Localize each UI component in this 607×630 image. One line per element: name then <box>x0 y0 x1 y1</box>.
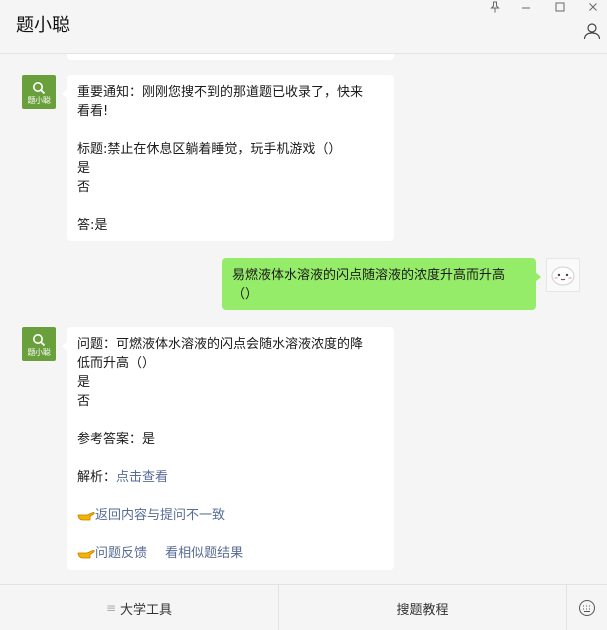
question-text: 低而升高（） <box>77 356 156 371</box>
menu-lines-icon: ≡ <box>105 601 117 615</box>
mismatch-link[interactable]: 返回内容与提问不一致 <box>95 508 225 523</box>
feedback-row: 问题反馈 看相似题结果 <box>77 544 384 563</box>
user-avatar[interactable] <box>546 258 580 292</box>
tab-search-tutorial[interactable]: 搜题教程 <box>279 585 566 630</box>
title-bar: 题小聪 <box>0 0 607 54</box>
magnifier-icon <box>33 81 46 94</box>
window-title: 题小聪 <box>16 15 70 36</box>
option-yes: 是 <box>77 161 91 176</box>
bottom-menu: ≡ 大学工具 搜题教程 <box>0 584 607 630</box>
answer-text: 答:是 <box>77 218 108 233</box>
previous-message-fragment <box>67 54 394 60</box>
view-analysis-link[interactable]: 点击查看 <box>116 470 168 485</box>
cartoon-avatar-icon <box>551 266 575 286</box>
pin-icon[interactable] <box>484 0 506 14</box>
bot-avatar[interactable]: 题小聪 <box>22 75 56 109</box>
analysis-label: 解析： <box>77 470 117 485</box>
pointing-hand-icon <box>77 550 95 559</box>
keyboard-toggle-icon[interactable] <box>567 585 607 630</box>
minimize-icon[interactable] <box>515 0 537 14</box>
message-text: 看看! <box>77 104 109 119</box>
bot-message-answer: 问题：可燃液体水溶液的闪点会随水溶液浓度的降 低而升高（） 是 否 参考答案：是… <box>62 327 394 570</box>
message-text: （） <box>232 287 259 302</box>
question-text: 问题：可燃液体水溶液的闪点会随水溶液浓度的降 <box>77 337 364 352</box>
bot-avatar-label: 题小聪 <box>27 347 51 357</box>
close-icon[interactable] <box>582 0 604 14</box>
person-icon[interactable] <box>581 20 603 42</box>
similar-results-link[interactable]: 看相似题结果 <box>165 546 243 561</box>
option-yes: 是 <box>77 375 91 390</box>
chat-area[interactable]: 题小聪 重要通知：刚刚您搜不到的那道题已收录了，快来 看看! 标题:禁止在休息区… <box>0 54 607 584</box>
tab-label: 搜题教程 <box>396 602 449 618</box>
user-message: 易燃液体水溶液的闪点随溶液的浓度升高而升高 （） <box>222 258 541 310</box>
pointing-hand-icon <box>77 512 95 521</box>
mismatch-row: 返回内容与提问不一致 <box>77 506 384 525</box>
option-no: 否 <box>77 394 91 409</box>
tab-label: 大学工具 <box>120 602 173 618</box>
maximize-icon[interactable] <box>549 0 571 14</box>
bot-message-notice: 重要通知：刚刚您搜不到的那道题已收录了，快来 看看! 标题:禁止在休息区躺着睡觉… <box>62 75 394 241</box>
option-no: 否 <box>77 180 91 195</box>
reference-answer: 参考答案：是 <box>77 432 156 447</box>
analysis-row: 解析：点击查看 <box>77 468 384 487</box>
message-text: 易燃液体水溶液的闪点随溶液的浓度升高而升高 <box>232 268 506 283</box>
message-text: 重要通知：刚刚您搜不到的那道题已收录了，快来 <box>77 85 364 100</box>
feedback-link[interactable]: 问题反馈 <box>95 546 147 561</box>
tab-university-tools[interactable]: ≡ 大学工具 <box>0 585 278 630</box>
bot-avatar-label: 题小聪 <box>27 95 51 105</box>
magnifier-icon <box>33 333 46 346</box>
bot-avatar[interactable]: 题小聪 <box>22 327 56 361</box>
question-title: 标题:禁止在休息区躺着睡觉，玩手机游戏（） <box>77 142 342 157</box>
